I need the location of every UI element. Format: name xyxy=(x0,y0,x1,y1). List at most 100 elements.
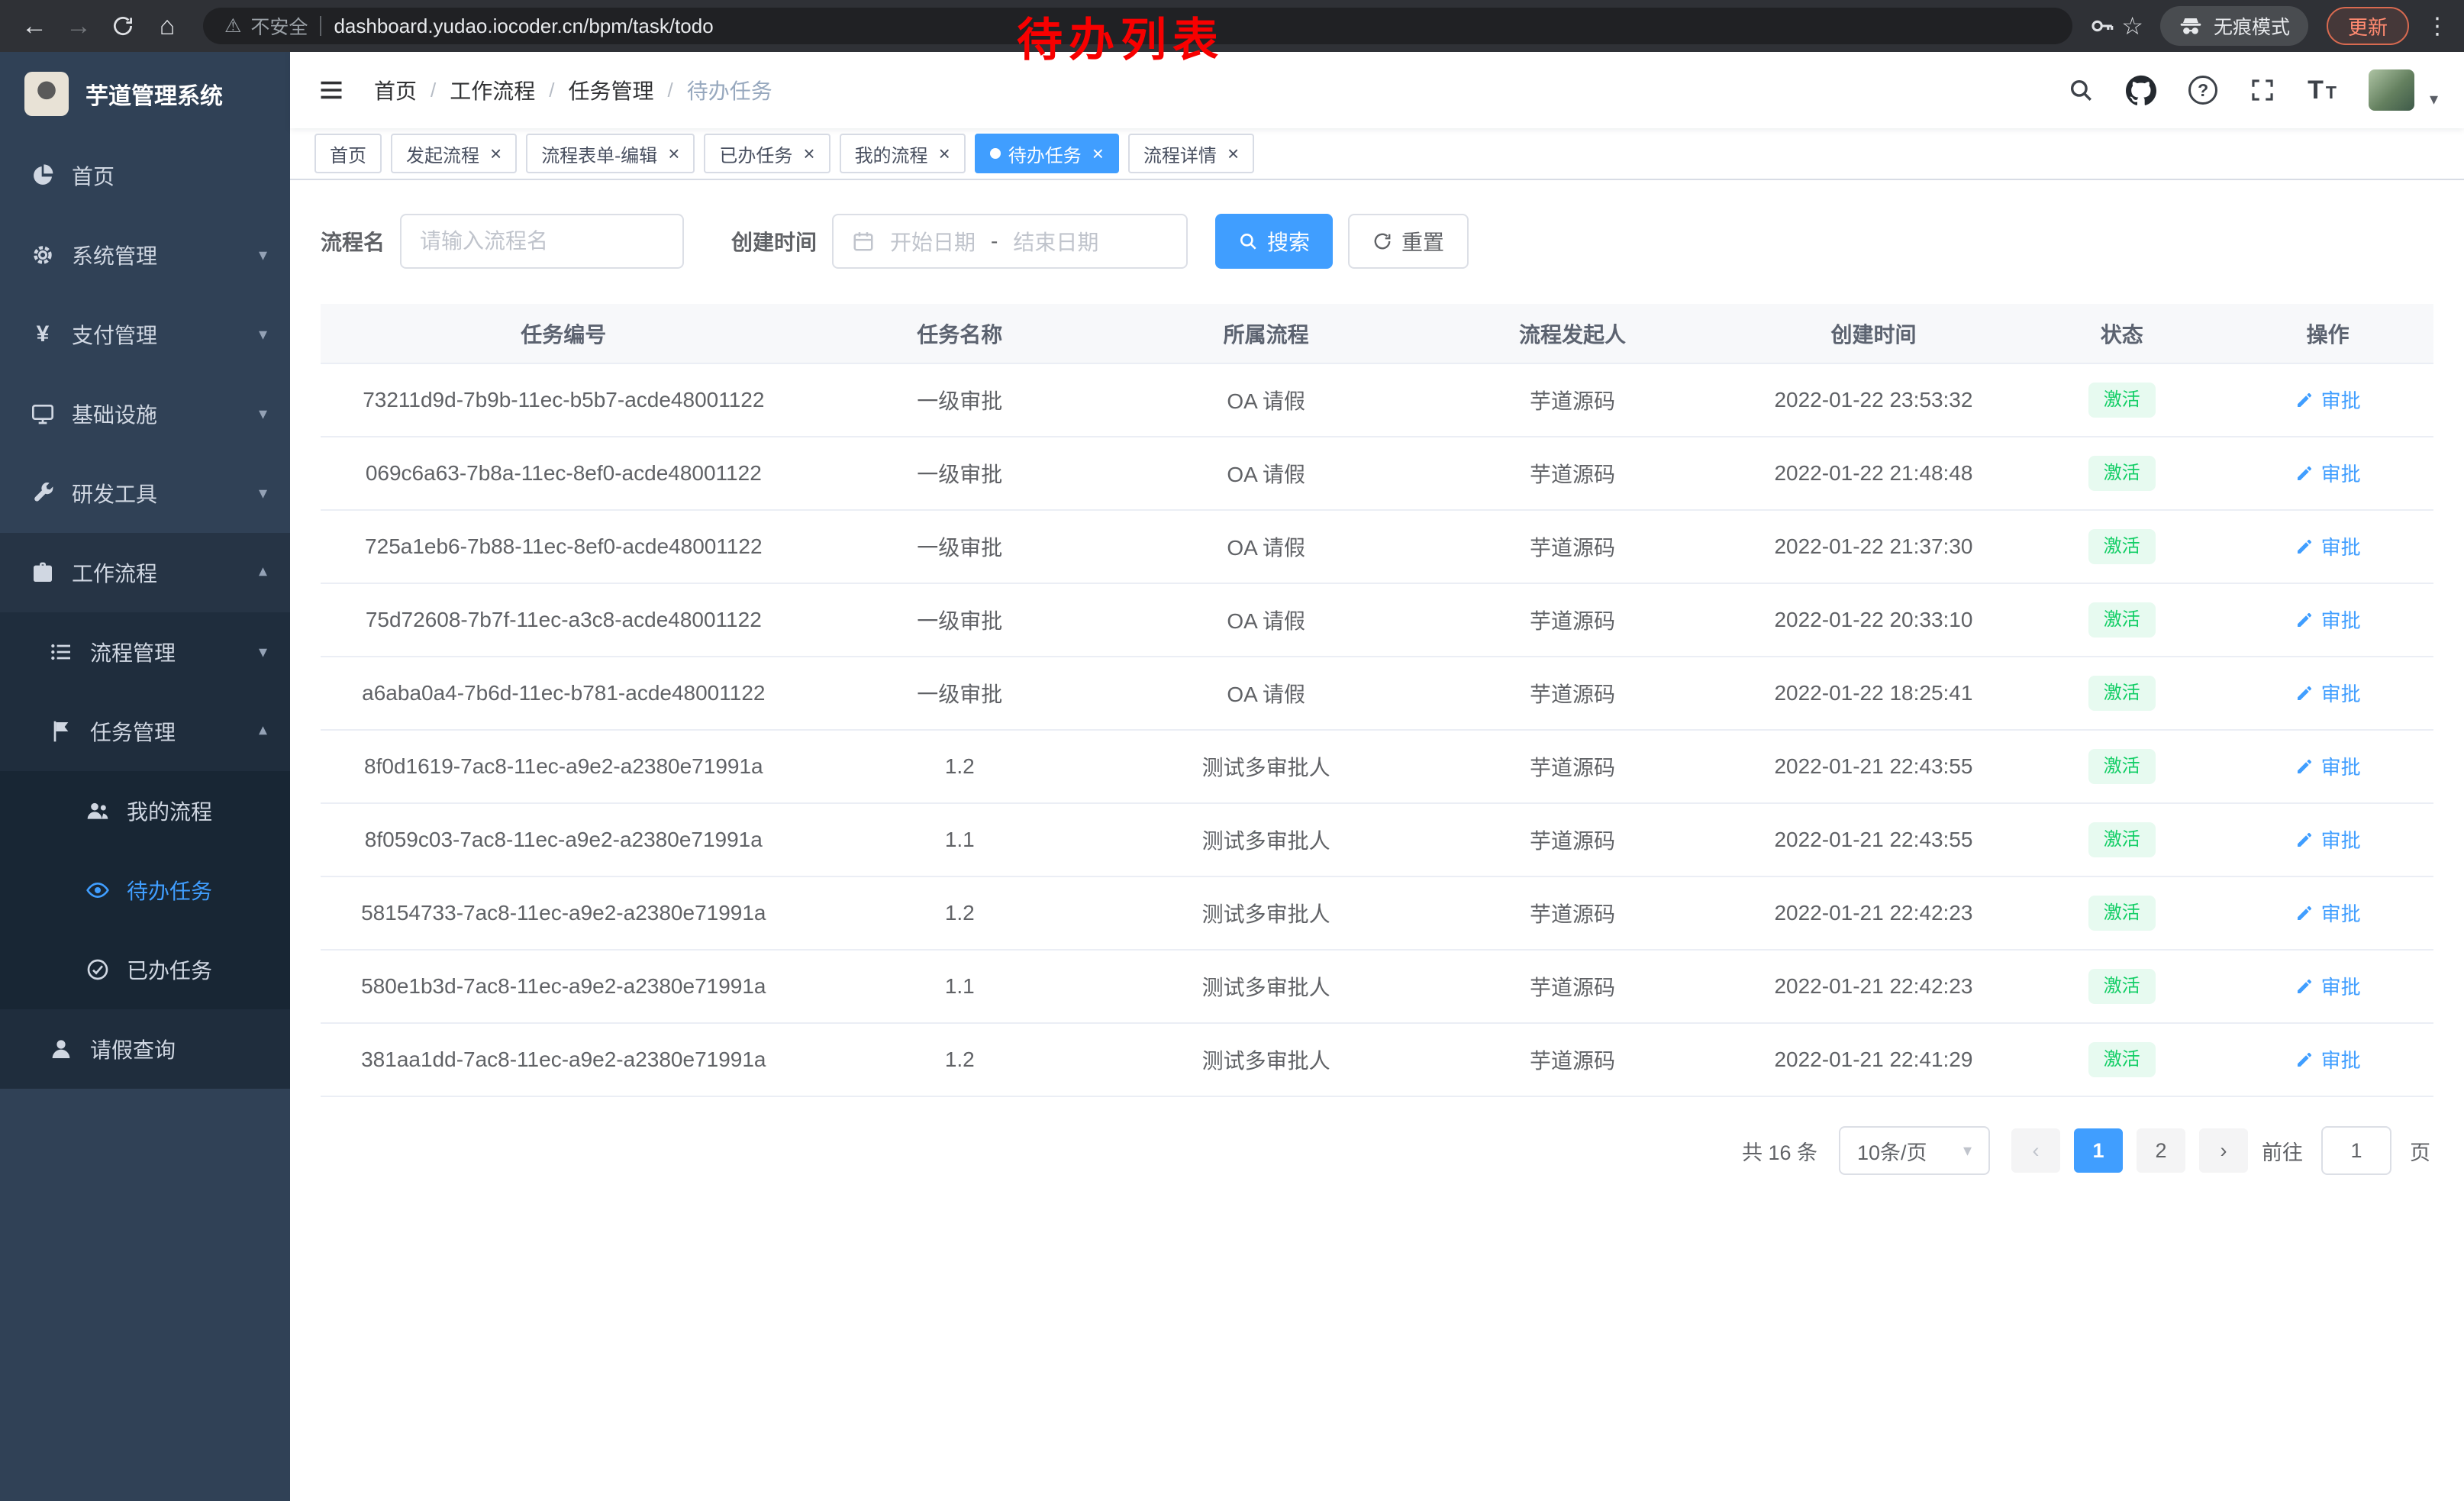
breadcrumb-item[interactable]: 首页 xyxy=(374,75,417,105)
avatar[interactable] xyxy=(2369,69,2414,111)
action-cell: 审批 xyxy=(2222,730,2433,803)
col-header-action: 操作 xyxy=(2222,304,2433,363)
close-icon[interactable]: × xyxy=(1227,144,1239,163)
sidebar-item-todo-tasks[interactable]: 待办任务 xyxy=(0,851,290,930)
tab-process-form-edit[interactable]: 流程表单-编辑× xyxy=(526,134,695,173)
tab-todo-tasks[interactable]: 待办任务× xyxy=(975,134,1119,173)
sidebar-item-home[interactable]: 首页 xyxy=(0,136,290,215)
browser-home-button[interactable]: ⌂ xyxy=(148,7,186,45)
status-badge: 激活 xyxy=(2088,529,2156,564)
page-button-1[interactable]: 1 xyxy=(2074,1128,2123,1173)
sidebar-item-infrastructure[interactable]: 基础设施 ▾ xyxy=(0,374,290,454)
sidebar-item-system-mgmt[interactable]: 系统管理 ▾ xyxy=(0,215,290,295)
action-cell: 审批 xyxy=(2222,950,2433,1023)
tab-process-detail[interactable]: 流程详情× xyxy=(1128,134,1254,173)
close-icon[interactable]: × xyxy=(668,144,679,163)
next-page-button[interactable]: › xyxy=(2199,1128,2248,1173)
page-button-2[interactable]: 2 xyxy=(2137,1128,2185,1173)
task-id-cell: a6aba0a4-7b6d-11ec-b781-acde48001122 xyxy=(321,657,807,730)
approve-link[interactable]: 审批 xyxy=(2295,1045,2361,1073)
text-size-icon[interactable]: TT xyxy=(2308,76,2337,105)
approve-link[interactable]: 审批 xyxy=(2295,605,2361,634)
github-icon[interactable] xyxy=(2126,75,2156,105)
status-badge: 激活 xyxy=(2088,383,2156,418)
reset-button[interactable]: 重置 xyxy=(1348,214,1469,269)
fullscreen-icon[interactable] xyxy=(2250,77,2275,103)
hamburger-icon[interactable] xyxy=(316,76,347,104)
close-icon[interactable]: × xyxy=(490,144,502,163)
breadcrumb-item-current: 待办任务 xyxy=(687,75,772,105)
bookmark-star-icon[interactable]: ☆ xyxy=(2121,11,2143,40)
status-badge: 激活 xyxy=(2088,456,2156,491)
initiator-cell: 芋道源码 xyxy=(1419,803,1725,876)
created-time-cell: 2022-01-22 23:53:32 xyxy=(1726,363,2022,437)
approve-link[interactable]: 审批 xyxy=(2295,972,2361,1000)
browser-reload-button[interactable] xyxy=(104,7,142,45)
close-icon[interactable]: × xyxy=(939,144,950,163)
action-cell: 审批 xyxy=(2222,363,2433,437)
breadcrumb-item[interactable]: 工作流程 xyxy=(450,75,535,105)
status-cell: 激活 xyxy=(2021,803,2222,876)
approve-link[interactable]: 审批 xyxy=(2295,752,2361,780)
search-button[interactable]: 搜索 xyxy=(1215,214,1333,269)
sidebar-item-leave-query[interactable]: 请假查询 xyxy=(0,1009,290,1089)
sidebar-item-process-mgmt[interactable]: 流程管理 ▾ xyxy=(0,612,290,692)
navbar-actions: ? TT ▾ xyxy=(2068,69,2438,111)
browser-menu-icon[interactable]: ⋮ xyxy=(2426,13,2449,40)
chevron-down-icon[interactable]: ▾ xyxy=(2430,89,2438,111)
process-cell: 测试多审批人 xyxy=(1113,1023,1419,1096)
task-name-cell: 1.1 xyxy=(807,950,1113,1023)
process-cell: OA 请假 xyxy=(1113,583,1419,657)
search-icon[interactable] xyxy=(2068,77,2094,103)
tab-start-process[interactable]: 发起流程× xyxy=(391,134,517,173)
close-icon[interactable]: × xyxy=(1092,144,1104,163)
sidebar-item-done-tasks[interactable]: 已办任务 xyxy=(0,930,290,1009)
app-logo[interactable]: 芋道管理系统 xyxy=(0,52,290,136)
chevron-down-icon: ▾ xyxy=(259,324,267,344)
approve-link[interactable]: 审批 xyxy=(2295,386,2361,414)
initiator-cell: 芋道源码 xyxy=(1419,583,1725,657)
process-name-input[interactable] xyxy=(400,214,684,269)
url-text: dashboard.yudao.iocoder.cn/bpm/task/todo xyxy=(334,15,713,38)
sidebar-item-dev-tools[interactable]: 研发工具 ▾ xyxy=(0,454,290,533)
create-time-label: 创建时间 xyxy=(731,226,817,257)
chevron-down-icon: ▾ xyxy=(259,404,267,424)
logo-image xyxy=(24,72,69,116)
task-name-cell: 一级审批 xyxy=(807,363,1113,437)
breadcrumb-item[interactable]: 任务管理 xyxy=(569,75,654,105)
sidebar-item-my-process[interactable]: 我的流程 xyxy=(0,771,290,851)
status-badge: 激活 xyxy=(2088,896,2156,931)
process-cell: OA 请假 xyxy=(1113,657,1419,730)
approve-link[interactable]: 审批 xyxy=(2295,825,2361,854)
sidebar-item-task-mgmt[interactable]: 任务管理 ▾ xyxy=(0,692,290,771)
tab-done-tasks[interactable]: 已办任务× xyxy=(704,134,830,173)
refresh-icon xyxy=(1372,231,1392,251)
initiator-cell: 芋道源码 xyxy=(1419,1023,1725,1096)
sidebar-item-payment-mgmt[interactable]: ¥ 支付管理 ▾ xyxy=(0,295,290,374)
task-id-cell: 069c6a63-7b8a-11ec-8ef0-acde48001122 xyxy=(321,437,807,510)
sidebar-item-workflow[interactable]: 工作流程 ▾ xyxy=(0,533,290,612)
process-cell: 测试多审批人 xyxy=(1113,730,1419,803)
approve-link[interactable]: 审批 xyxy=(2295,679,2361,707)
browser-back-button[interactable]: ← xyxy=(15,7,53,45)
close-icon[interactable]: × xyxy=(803,144,814,163)
approve-link[interactable]: 审批 xyxy=(2295,899,2361,927)
approve-link[interactable]: 审批 xyxy=(2295,532,2361,560)
page-size-select[interactable]: 10条/页 ▾ xyxy=(1839,1126,1990,1175)
create-time-range-picker[interactable]: 开始日期 - 结束日期 xyxy=(832,214,1188,269)
prev-page-button[interactable]: ‹ xyxy=(2011,1128,2060,1173)
tab-my-process[interactable]: 我的流程× xyxy=(840,134,966,173)
browser-update-button[interactable]: 更新 xyxy=(2327,7,2409,45)
browser-forward-button[interactable]: → xyxy=(60,7,98,45)
pencil-icon xyxy=(2295,391,2314,409)
status-cell: 激活 xyxy=(2021,657,2222,730)
status-cell: 激活 xyxy=(2021,583,2222,657)
help-icon[interactable]: ? xyxy=(2188,76,2217,105)
key-icon[interactable] xyxy=(2089,13,2115,39)
tab-home[interactable]: 首页 xyxy=(314,134,382,173)
approve-link[interactable]: 审批 xyxy=(2295,459,2361,487)
initiator-cell: 芋道源码 xyxy=(1419,657,1725,730)
goto-page-input[interactable] xyxy=(2321,1126,2391,1175)
incognito-icon xyxy=(2179,14,2203,38)
table-row: 8f0d1619-7ac8-11ec-a9e2-a2380e71991a 1.2… xyxy=(321,730,2433,803)
